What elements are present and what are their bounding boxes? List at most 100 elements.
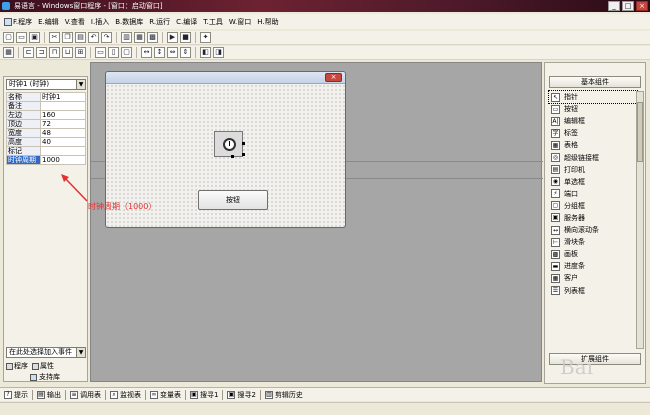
align-right-icon[interactable]: ⊓	[49, 47, 60, 58]
chevron-down-icon[interactable]: ▼	[76, 80, 85, 89]
align-middle-icon[interactable]: ⊞	[75, 47, 86, 58]
layout-grid-icon[interactable]: ▩	[147, 32, 158, 43]
component-item[interactable]: ▢ 分组框	[549, 200, 637, 212]
same-size-icon[interactable]: ▢	[121, 47, 132, 58]
component-item[interactable]: ▦ 客户	[549, 272, 637, 284]
bottom-tab[interactable]: ∞ 变量表	[150, 390, 181, 400]
component-item[interactable]: ▭ 按钮	[549, 103, 637, 115]
property-row[interactable]: 备注	[6, 101, 86, 111]
component-item[interactable]: 字标签	[549, 127, 637, 139]
property-row[interactable]: 顶边 72	[6, 119, 86, 129]
open-file-icon[interactable]: ▭	[16, 32, 27, 43]
menu-edit[interactable]: E.编辑	[38, 17, 59, 27]
menu-view[interactable]: V.查看	[65, 17, 85, 27]
space-horizontal-icon[interactable]: ↔	[141, 47, 152, 58]
component-item[interactable]: ▤ 打印机	[549, 164, 637, 176]
align-center-icon[interactable]: ⊐	[36, 47, 47, 58]
tab-support-library[interactable]: 支持库	[30, 372, 60, 382]
menu-tools[interactable]: T.工具	[203, 17, 223, 27]
bottom-tab[interactable]: ▤ 输出	[37, 390, 61, 400]
client-icon: ▦	[551, 273, 560, 283]
form-button[interactable]: 按钮	[198, 190, 268, 210]
event-selector[interactable]: 在此处选择加入事件 ▼	[6, 347, 86, 358]
new-file-icon[interactable]: ▢	[3, 32, 14, 43]
redo-icon[interactable]: ↷	[101, 32, 112, 43]
object-selector[interactable]: 时钟1 (时钟) ▼	[6, 79, 86, 90]
component-item[interactable]: ▬ 进度条	[549, 260, 637, 272]
resize-handle[interactable]	[231, 155, 234, 158]
align-top-icon[interactable]: ⊔	[62, 47, 73, 58]
window-title: 易语言 - Windows窗口程序 - [窗口：启动窗口]	[14, 2, 163, 10]
menu-help[interactable]: H.帮助	[257, 17, 278, 27]
layout-split-icon[interactable]: ▦	[134, 32, 145, 43]
component-item[interactable]: ▣ 服务器	[549, 212, 637, 224]
same-width-icon[interactable]: ▭	[95, 47, 106, 58]
space-vertical-icon[interactable]: ↕	[154, 47, 165, 58]
output-icon: ▤	[37, 390, 45, 399]
tab-separator	[32, 389, 33, 400]
component-item[interactable]: ◉ 单选框	[549, 176, 637, 188]
editbox-icon: A|	[551, 116, 560, 126]
component-item[interactable]: ▦ 表格	[549, 139, 637, 151]
component-item[interactable]: ☰ 列表框	[549, 285, 637, 297]
menu-database[interactable]: B.数据库	[115, 17, 143, 27]
component-scrollbar[interactable]	[636, 91, 644, 349]
resize-handle[interactable]	[242, 142, 245, 145]
component-item[interactable]: ↔ 横向滚动条	[549, 224, 637, 236]
property-row[interactable]: 名称 时钟1	[6, 92, 86, 102]
bottom-tab[interactable]: ? 提示	[4, 390, 28, 400]
menu-program[interactable]: F.程序	[4, 17, 32, 27]
bring-front-icon[interactable]: ◧	[200, 47, 211, 58]
grid-icon[interactable]: ▦	[3, 47, 14, 58]
component-item[interactable]: ◎ 超级链接框	[549, 151, 637, 163]
paste-icon[interactable]: ▤	[75, 32, 86, 43]
cut-icon[interactable]: ✂	[49, 32, 60, 43]
undo-icon[interactable]: ↶	[88, 32, 99, 43]
component-item[interactable]: ⚡ 端口	[549, 188, 637, 200]
resize-handle[interactable]	[242, 153, 245, 156]
bottom-tab[interactable]: ≡ 调用表	[70, 390, 101, 400]
bottom-tab[interactable]: ▣ 搜寻2	[227, 390, 256, 400]
tab-separator	[185, 389, 186, 400]
property-row-selected[interactable]: 时钟周期 1000	[6, 155, 86, 165]
bottom-tab[interactable]: ▣ 搜寻1	[190, 390, 218, 400]
menu-window[interactable]: W.窗口	[229, 17, 251, 27]
stop-icon[interactable]: ■	[180, 32, 191, 43]
property-row[interactable]: 宽度 48	[6, 128, 86, 138]
component-item[interactable]: ⊢ 滑块条	[549, 236, 637, 248]
minimize-button[interactable]: _	[608, 1, 620, 11]
save-icon[interactable]: ▣	[29, 32, 40, 43]
scrollbar-thumb[interactable]	[637, 102, 643, 162]
chevron-down-icon[interactable]: ▼	[76, 348, 85, 357]
send-back-icon[interactable]: ◨	[213, 47, 224, 58]
menu-bar: F.程序 E.编辑 V.查看 I.插入 B.数据库 R.运行 C.编译 T.工具…	[0, 14, 650, 29]
component-label: 列表框	[564, 286, 585, 295]
window-layout-icon[interactable]: ▥	[121, 32, 132, 43]
component-item[interactable]: ↖ 指针	[548, 89, 638, 105]
center-horizontal-icon[interactable]: ⇔	[167, 47, 178, 58]
bottom-tab[interactable]: ⌕ 监视表	[110, 390, 141, 400]
tab-program[interactable]: 程序	[6, 361, 28, 371]
component-label: 滑块条	[564, 238, 585, 247]
maximize-button[interactable]: □	[622, 1, 634, 11]
menu-compile[interactable]: C.编译	[176, 17, 197, 27]
basic-components-header[interactable]: 基本组件	[549, 76, 641, 88]
menu-run[interactable]: R.运行	[149, 17, 170, 27]
component-label: 标签	[564, 129, 578, 138]
debug-icon[interactable]: ✦	[200, 32, 211, 43]
component-item[interactable]: A| 编辑框	[549, 115, 637, 127]
copy-icon[interactable]: ❐	[62, 32, 73, 43]
tab-property[interactable]: 属性	[32, 361, 54, 371]
close-button[interactable]: ×	[636, 1, 648, 11]
property-row[interactable]: 左边 160	[6, 110, 86, 120]
align-left-icon[interactable]: ⊏	[23, 47, 34, 58]
property-row[interactable]: 标记	[6, 146, 86, 156]
property-row[interactable]: 高度 40	[6, 137, 86, 147]
same-height-icon[interactable]: ▯	[108, 47, 119, 58]
center-vertical-icon[interactable]: ⇕	[180, 47, 191, 58]
bottom-tab[interactable]: ▥ 剪辑历史	[264, 390, 303, 400]
component-item[interactable]: ▩ 画板	[549, 248, 637, 260]
run-icon[interactable]: ▶	[167, 32, 178, 43]
menu-insert[interactable]: I.插入	[91, 17, 109, 27]
timer-control[interactable]	[214, 131, 243, 157]
